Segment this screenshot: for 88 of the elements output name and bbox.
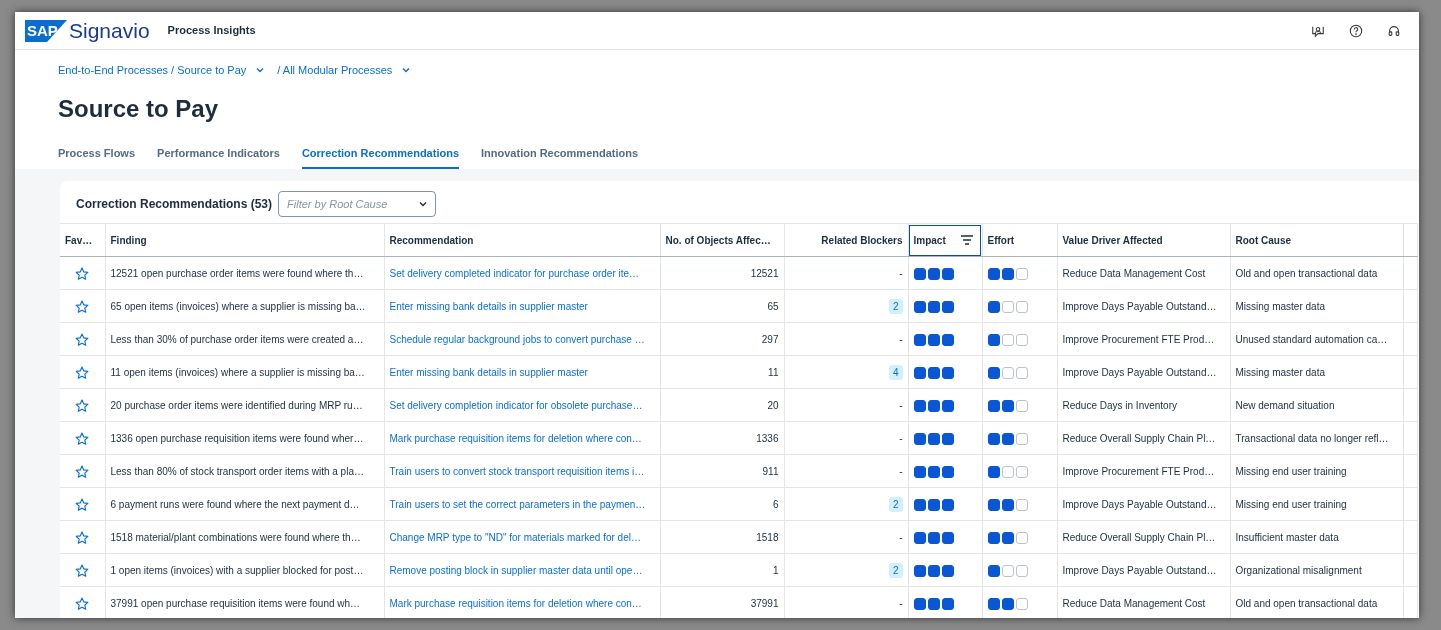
column-header[interactable]: Recommendation [384,223,660,257]
column-header[interactable]: Value Driver Affected [1057,223,1230,257]
favorite-star-icon[interactable] [75,562,90,578]
root-cause-filter[interactable]: Filter by Root Cause [278,191,437,217]
tab[interactable]: Correction Recommendations [301,144,459,169]
table-cell: - [899,399,903,411]
table-cell: 1518 [660,520,784,554]
favorite-star-icon[interactable] [75,496,90,512]
table-cell: New demand situation [1230,388,1403,422]
table-cell: 1336 open purchase requisition items were found wher… [105,421,384,455]
favorite-star-icon[interactable] [75,430,90,446]
table-cell: Improve Days Payable Outstand… [1057,487,1230,521]
column-header[interactable]: Related Blockers [784,223,908,257]
table-cell: Improve Days Payable Outstand… [1057,355,1230,389]
table-cell: 1 [660,553,784,587]
table-cell: Less than 80% of stock transport order items with a pla… [105,454,384,488]
column-header-cell[interactable]: Impact [908,223,982,257]
favorite-star-icon[interactable] [75,265,90,281]
table-cell: Reduce Days in Inventory [1057,388,1230,422]
table-cell: - [899,465,903,477]
column-header-label: Impact [913,233,946,248]
table-cell: 11 open items (invoices) where a supplier is missing ba… [105,355,384,389]
table-cell: 1 open items (invoices) with a supplier blocked for post… [105,553,384,587]
table-cell: Improve Procurement FTE Prod… [1057,454,1230,488]
table-cell: Missing master data [1230,289,1403,323]
table-cell: 65 open items (invoices) where a supplier is missing ba… [105,289,384,323]
table-cell: 6 payment runs were found where the next payment d… [105,487,384,521]
column-header[interactable]: Fav… [60,223,105,257]
favorite-star-icon[interactable] [75,331,90,347]
table-cell: Missing master data [1230,355,1403,389]
table-cell: 911 [660,454,784,488]
favorite-star-icon[interactable] [75,397,90,413]
table-cell: Transactional data no longer refl… [1230,421,1403,455]
table-cell: Missing end user training [1230,487,1403,521]
table-cell: 12521 [660,256,784,290]
favorite-star-icon[interactable] [75,364,90,380]
table-cell: - [899,597,903,609]
table-cell: Reduce Overall Supply Chain Pl… [1057,520,1230,554]
tab[interactable]: Process Flows [58,144,136,169]
table-cell: - [899,333,903,345]
table-cell: 297 [660,322,784,356]
column-header[interactable]: Finding [105,223,384,257]
filter-icon[interactable] [960,235,973,245]
favorite-star-icon[interactable] [75,595,90,611]
table-cell: Reduce Overall Supply Chain Pl… [1057,421,1230,455]
table-cell: Missing end user training [1230,454,1403,488]
table-cell: 1518 material/plant combinations were found where th… [105,520,384,554]
table-cell: 20 [660,388,784,422]
column-header[interactable]: No. of Objects Affec… [660,223,784,257]
table-title: Correction Recommendations (53) [76,196,273,213]
tab[interactable]: Performance Indicators [157,144,280,169]
tab[interactable]: Innovation Recommendations [481,144,639,169]
table-cell: - [899,432,903,444]
logo-text: Signavio [69,20,150,41]
blocker-count-badge[interactable]: 4 [888,364,903,380]
breadcrumb-link[interactable]: / All Modular Processes [277,62,393,79]
product-name: Process Insights [167,23,256,39]
table-cell: 11 [660,355,784,389]
table-cell: Improve Procurement FTE Prod… [1057,322,1230,356]
page-title: Source to Pay [58,93,220,124]
table-cell: Improve Days Payable Outstand… [1057,553,1230,587]
blocker-count-badge[interactable]: 2 [888,562,903,578]
table-cell: 1336 [660,421,784,455]
column-header[interactable]: Root Cause [1230,223,1403,257]
table-cell: Improve Days Payable Outstand… [1057,289,1230,323]
help-icon[interactable] [1349,23,1363,38]
table-cell: 65 [660,289,784,323]
headset-icon[interactable] [1387,23,1401,38]
table-cell: 6 [660,487,784,521]
favorite-star-icon[interactable] [75,298,90,314]
breadcrumb-link[interactable]: End-to-End Processes / Source to Pay [58,62,247,79]
table-cell: Insufficient master data [1230,520,1403,554]
table-cell: 20 purchase order items were identified during MRP ru… [105,388,384,422]
logo-mark: SAP [25,19,67,42]
favorite-star-icon[interactable] [75,529,90,545]
chevron-down-icon[interactable] [418,199,429,209]
column-header[interactable]: Effort [982,223,1057,257]
blocker-count-badge[interactable]: 2 [888,298,903,314]
table-cell: Unused standard automation ca… [1230,322,1403,356]
table-cell: Less than 30% of purchase order items were created a… [105,322,384,356]
blocker-count-badge[interactable]: 2 [888,496,903,512]
table-cell: - [899,267,903,279]
favorite-star-icon[interactable] [75,463,90,479]
table-cell: Reduce Data Management Cost [1057,256,1230,290]
table-cell: - [899,531,903,543]
table-cell: 12521 open purchase order items were found where th… [105,256,384,290]
table-cell: Old and open transactional data [1230,256,1403,290]
table-cell: Organizational misalignment [1230,553,1403,587]
